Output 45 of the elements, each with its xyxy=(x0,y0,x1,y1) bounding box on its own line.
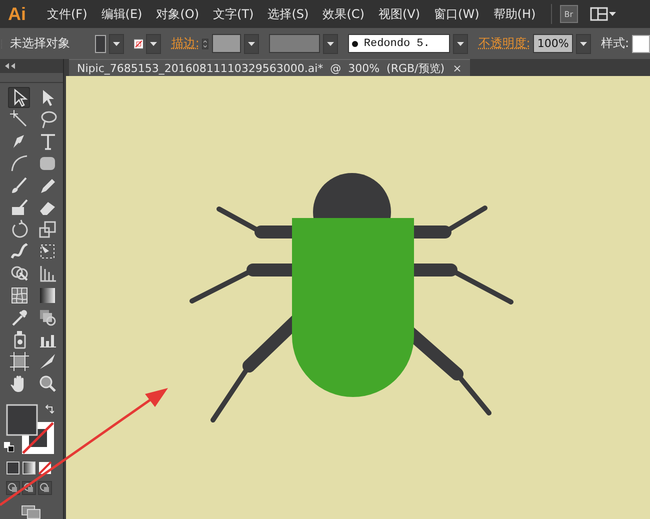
opacity-field[interactable]: 100% xyxy=(533,34,573,53)
menu-item[interactable]: 效果(C) xyxy=(316,6,372,22)
menu-item[interactable]: 视图(V) xyxy=(371,6,428,22)
dropdown-button[interactable] xyxy=(453,34,468,54)
style-label: 样式: xyxy=(600,35,630,52)
graphic-style-swatch[interactable] xyxy=(632,34,650,52)
none-mode-icon[interactable] xyxy=(38,460,52,475)
menu-item[interactable]: 编辑(E) xyxy=(94,6,150,22)
dropdown-button[interactable] xyxy=(322,34,338,54)
collapse-panel-icon[interactable] xyxy=(4,62,16,70)
brush-dropdown[interactable]: Redondo 5. xyxy=(348,34,450,53)
bridge-button[interactable]: Br xyxy=(560,5,578,23)
document-title: Nipic_7685153_20160811110329563000.ai* @ 300% (RGB/预览) xyxy=(77,60,445,76)
layout-icon xyxy=(590,7,608,21)
draw-normal-icon[interactable] xyxy=(6,480,20,495)
scale-icon xyxy=(36,219,58,240)
tool-button[interactable] xyxy=(8,351,30,372)
dropdown-button[interactable] xyxy=(146,34,162,54)
dropdown-button[interactable] xyxy=(244,34,259,54)
gradient-mode-icon[interactable] xyxy=(22,460,36,475)
menu-item[interactable]: 文字(T) xyxy=(206,6,261,22)
fill-color-swatch[interactable] xyxy=(6,404,38,436)
tool-button[interactable] xyxy=(8,87,30,108)
fill-swatch[interactable] xyxy=(95,34,106,52)
color-mode-icon[interactable] xyxy=(6,460,20,475)
menu-item[interactable]: 选择(S) xyxy=(260,6,316,22)
menu-item[interactable]: 窗口(W) xyxy=(427,6,486,22)
dot-icon xyxy=(352,40,358,46)
default-colors-icon[interactable] xyxy=(4,442,14,452)
selection-status: 未选择对象 xyxy=(10,35,70,52)
document-tab[interactable]: Nipic_7685153_20160811110329563000.ai* @ 300% (RGB/预览) × xyxy=(69,59,470,76)
menu-item[interactable]: 对象(O) xyxy=(149,6,206,22)
workspace-layout-button[interactable] xyxy=(590,7,618,21)
swap-arrows-icon[interactable] xyxy=(44,404,54,414)
mesh-icon xyxy=(8,285,30,306)
screen-mode-icon[interactable] xyxy=(20,504,42,519)
dropdown-button[interactable] xyxy=(108,34,124,54)
artboard-icon xyxy=(8,351,30,372)
stroke-weight-field[interactable] xyxy=(212,34,241,53)
menu-item[interactable]: 帮助(H) xyxy=(486,6,543,22)
dropdown-button[interactable] xyxy=(576,34,591,54)
close-tab-button[interactable]: × xyxy=(452,62,462,74)
draw-inside-icon[interactable] xyxy=(38,480,52,495)
app-logo: Ai xyxy=(8,4,26,24)
menu-item[interactable]: 文件(F) xyxy=(40,6,94,22)
